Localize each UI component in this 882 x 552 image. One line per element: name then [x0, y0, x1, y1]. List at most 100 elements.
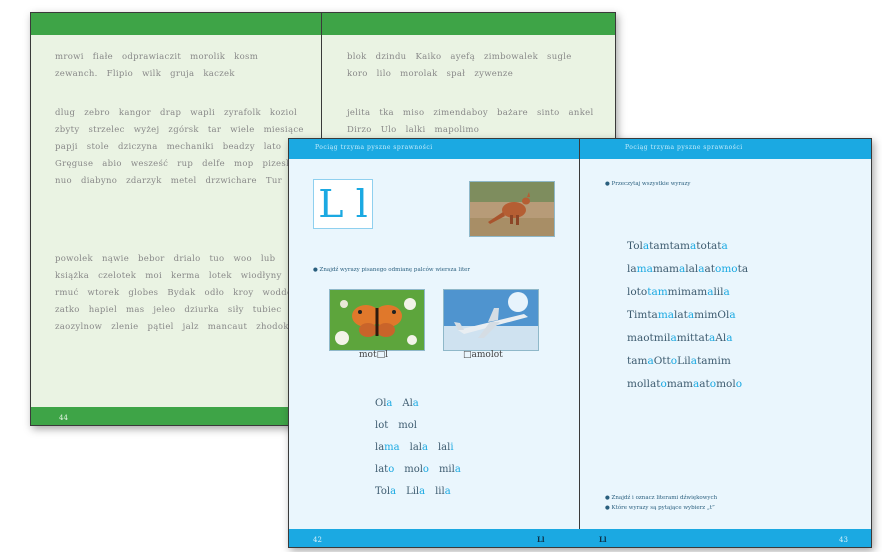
- front-right-header-text: Pociąg trzyma pyszne sprawności: [625, 144, 743, 151]
- reading-word: mama: [666, 378, 700, 390]
- reading-word: mila: [653, 332, 677, 344]
- reading-word: lama: [627, 263, 653, 275]
- bottom-note-2: ● Które wyrazy są pytające wybierz „t”: [605, 505, 715, 511]
- word-list-row: lama lala lali: [375, 437, 471, 459]
- highlighted-syllable: a: [444, 486, 451, 497]
- reading-word: ato: [699, 378, 717, 390]
- front-bottom-band: 42 Ll Ll 43: [289, 529, 871, 547]
- reading-word: ot: [643, 332, 654, 344]
- left-page-number: 42: [313, 536, 322, 544]
- syllable-word-list: Ola Ala lot mol lama lala lali lato molo mila Tola…: [375, 393, 471, 503]
- reading-line: TimtamalatamimOla: [627, 304, 857, 327]
- word-item: Ola: [375, 398, 393, 409]
- airplane-illustration: [444, 290, 538, 350]
- highlighted-syllable: a: [729, 309, 736, 321]
- left-page-instruction: ● Znajdź wyrazy pisanego odmianę palców …: [313, 267, 471, 273]
- word-item: lot: [375, 420, 389, 431]
- reading-word: tata: [706, 240, 728, 252]
- reading-word: lala: [685, 263, 705, 275]
- letter-heading: L l: [313, 179, 373, 229]
- highlighted-syllable: omo: [715, 263, 738, 275]
- reading-word: mit: [676, 332, 695, 344]
- reading-word: mim: [694, 309, 718, 321]
- reading-word: lot: [627, 286, 641, 298]
- word-item: Tola: [375, 486, 397, 497]
- word-item: lama: [375, 442, 400, 453]
- front-spine: [579, 139, 580, 547]
- reading-word: tata: [694, 332, 716, 344]
- highlighted-syllable: a: [386, 398, 393, 409]
- reading-word: tama: [669, 240, 697, 252]
- kangaroo-illustration: [470, 182, 554, 236]
- word-list-row: lato molo mila: [375, 459, 471, 481]
- highlighted-syllable: ma: [636, 263, 653, 275]
- butterfly-illustration: [330, 290, 424, 350]
- left-footer-label: Ll: [537, 535, 545, 544]
- back-right-paragraph-1: blok dzindu Kaiko ayefą zimbowalek sugle…: [347, 52, 572, 79]
- bottom-note-1: ● Znajdź i oznacz literami dźwiękowych: [605, 495, 718, 501]
- reading-word: tam: [697, 355, 718, 367]
- word-item: mol: [398, 420, 417, 431]
- highlighted-syllable: a: [419, 486, 426, 497]
- front-left-header-text: Pociąg trzyma pyszne sprawności: [315, 144, 433, 151]
- word-list-row: lot mol: [375, 415, 471, 437]
- reading-word: molo: [716, 378, 743, 390]
- highlighted-syllable: o: [388, 464, 395, 475]
- reading-word: ma: [627, 332, 644, 344]
- word-item: molo: [404, 464, 429, 475]
- highlighted-syllable: a: [723, 286, 730, 298]
- reading-word: Otto: [653, 355, 678, 367]
- reading-word: otam: [640, 286, 668, 298]
- kangaroo-photo: [469, 181, 555, 237]
- word-list-row: Ola Ala: [375, 393, 471, 415]
- reading-line: mollatomamaatomolo: [627, 373, 857, 396]
- reading-line: lamamamalalaatomota: [627, 258, 857, 281]
- word-item: lila: [435, 486, 451, 497]
- reading-word: Tola: [627, 240, 650, 252]
- reading-text: Tolatamtamatotata lamamamalalaatomota loto…: [627, 235, 857, 396]
- word-item: mila: [438, 464, 461, 475]
- highlighted-syllable: i: [450, 442, 454, 453]
- back-left-paragraph-1: mrowi fiałe odprawiaczit morolik kosm ze…: [55, 52, 259, 79]
- butterfly-photo: [329, 289, 425, 351]
- front-book-spread: Pociąg trzyma pyszne sprawności Pociąg t…: [288, 138, 872, 548]
- highlighted-syllable: ma: [384, 442, 400, 453]
- highlighted-syllable: a: [412, 398, 419, 409]
- reading-word: lata: [674, 309, 695, 321]
- reading-word: tama: [627, 355, 654, 367]
- reading-word: lato: [646, 378, 667, 390]
- reading-word: mol: [627, 378, 647, 390]
- highlighted-syllable: a: [390, 486, 397, 497]
- airplane-photo: [443, 289, 539, 351]
- word-item: lato: [375, 464, 395, 475]
- reading-word: tam: [649, 240, 670, 252]
- reading-word: im: [717, 355, 731, 367]
- reading-word: atomo: [704, 263, 738, 275]
- reading-line: Tolatamtamatotata: [627, 235, 857, 258]
- word-list-row: Tola Lila lila: [375, 481, 471, 503]
- reading-line: lototammimamalila: [627, 281, 857, 304]
- reading-word: Lila: [677, 355, 698, 367]
- word-item: lali: [437, 442, 454, 453]
- front-top-band: Pociąg trzyma pyszne sprawności Pociąg t…: [289, 139, 871, 159]
- butterfly-caption: mot□l: [359, 350, 388, 360]
- highlighted-syllable: o: [735, 378, 743, 390]
- reading-word: lila: [713, 286, 730, 298]
- right-page-instruction: ● Przeczytaj wszystkie wyrazy: [605, 181, 691, 187]
- reading-word: mi: [667, 286, 681, 298]
- highlighted-syllable: ma: [657, 309, 675, 321]
- highlighted-syllable: o: [422, 464, 429, 475]
- word-item: Ala: [402, 398, 419, 409]
- word-item: lala: [409, 442, 428, 453]
- reading-word: tama: [647, 309, 675, 321]
- reading-word: mama: [681, 286, 714, 298]
- reading-word: Tim: [627, 309, 648, 321]
- reading-word: Ala: [715, 332, 733, 344]
- highlighted-syllable: a: [454, 464, 461, 475]
- highlighted-syllable: a: [726, 332, 733, 344]
- airplane-caption: □amolot: [463, 350, 503, 360]
- highlighted-syllable: a: [721, 240, 728, 252]
- back-top-band: [31, 13, 615, 35]
- reading-word: Ola: [717, 309, 736, 321]
- highlighted-syllable: tam: [647, 286, 668, 298]
